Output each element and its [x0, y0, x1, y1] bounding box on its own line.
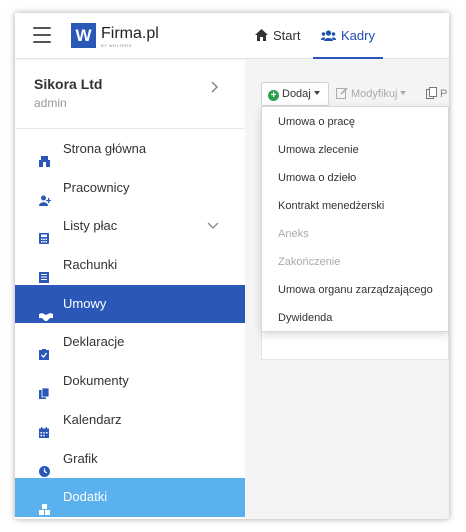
boxes-icon [39, 492, 50, 516]
copy-button-label: P [440, 88, 448, 100]
brand-tagline: BY WOLTERS [101, 43, 132, 48]
home-menu-icon [39, 144, 50, 167]
modify-button-label: Modyfikuj [351, 88, 398, 100]
tab-kadry[interactable]: Kadry [313, 13, 383, 60]
menu-item-umowa-zlecenie[interactable]: Umowa zlecenie [262, 136, 448, 164]
sidebar-item-grafik[interactable]: Grafik [15, 440, 245, 479]
caret-down-icon [313, 91, 320, 95]
sidebar-item-umowy[interactable]: Umowy [15, 284, 245, 324]
sidebar-item-dokumenty[interactable]: Dokumenty [15, 362, 245, 401]
users-icon [321, 14, 336, 60]
plus-icon: + [268, 90, 279, 101]
menu-item-umowa-o-dzielo[interactable]: Umowa o dzieło [262, 164, 448, 192]
copy-button[interactable]: P [426, 82, 447, 106]
sidebar-item-deklaracje[interactable]: Deklaracje [15, 323, 245, 362]
modify-button[interactable]: Modyfikuj [336, 82, 407, 108]
copy-icon [426, 84, 437, 108]
sidebar-item-pracownicy[interactable]: Pracownicy [15, 169, 245, 208]
add-dropdown-menu: Umowa o pracę Umowa zlecenie Umowa o dzi… [261, 106, 449, 332]
sidebar-item-label: Strona główna [63, 141, 147, 156]
company-name: Sikora Ltd [34, 76, 103, 92]
tab-kadry-label: Kadry [341, 28, 375, 43]
sidebar-item-label: Pracownicy [63, 179, 130, 195]
sidebar-item-label: Dodatki [63, 489, 108, 505]
sidebar-item-kalendarz[interactable]: Kalendarz [15, 401, 245, 440]
sidebar: Sikora Ltd admin Strona główna Pracownic… [15, 60, 245, 519]
menu-item-dywidenda[interactable]: Dywidenda [262, 304, 448, 332]
sidebar-item-strona-glowna[interactable]: Strona główna [15, 130, 245, 169]
tab-start[interactable]: Start [255, 13, 300, 59]
brand-name: Firma.pl [101, 25, 159, 42]
menu-item-umowa-o-prace[interactable]: Umowa o pracę [262, 108, 448, 136]
menu-item-kontrakt-menedzerski[interactable]: Kontrakt menedżerski [262, 192, 448, 220]
sidebar-item-label: Deklaracje [63, 334, 125, 350]
calculator-icon [39, 221, 50, 245]
sidebar-item-label: Grafik [63, 450, 98, 466]
edit-icon [336, 84, 348, 108]
sidebar-menu: Strona główna Pracownicy Listy płac Rach… [15, 130, 245, 517]
menu-item-aneks: Aneks [278, 228, 309, 240]
sidebar-item-label: Dokumenty [63, 373, 129, 389]
sidebar-item-label: Umowy [63, 295, 107, 311]
receipt-icon [39, 260, 50, 284]
user-add-icon [39, 183, 52, 206]
company-switcher[interactable]: Sikora Ltd admin [15, 60, 245, 129]
sidebar-item-label: Kalendarz [63, 411, 122, 427]
sidebar-item-rachunki[interactable]: Rachunki [15, 246, 245, 285]
sidebar-item-label: Rachunki [63, 257, 118, 273]
sidebar-item-listy-plac[interactable]: Listy płac [15, 207, 245, 246]
caret-down-icon [400, 91, 407, 95]
clock-icon [39, 454, 50, 477]
chevron-right-icon [211, 80, 219, 96]
calendar-icon [39, 415, 50, 438]
menu-item-zakonczenie: Zakończenie [278, 256, 341, 268]
handshake-icon [39, 299, 53, 321]
hamburger-menu-icon[interactable] [33, 27, 51, 43]
documents-icon [39, 376, 50, 400]
menu-item-umowa-organu[interactable]: Umowa organu zarządzającego [262, 276, 448, 304]
add-button[interactable]: + Dodaj [261, 82, 329, 106]
top-bar: W Firma.pl BY WOLTERS Start Kadry [15, 13, 449, 59]
chevron-down-icon [207, 207, 219, 246]
sidebar-item-label: Listy płac [63, 218, 118, 234]
add-button-label: Dodaj [282, 88, 311, 100]
logo-icon: W [71, 23, 96, 48]
clipboard-check-icon [39, 337, 50, 361]
sidebar-item-dodatki[interactable]: Dodatki [15, 478, 245, 517]
company-role: admin [34, 96, 67, 110]
app-window: W Firma.pl BY WOLTERS Start Kadry Sikora… [15, 13, 449, 519]
tab-start-label: Start [273, 28, 301, 43]
home-icon [255, 14, 268, 60]
